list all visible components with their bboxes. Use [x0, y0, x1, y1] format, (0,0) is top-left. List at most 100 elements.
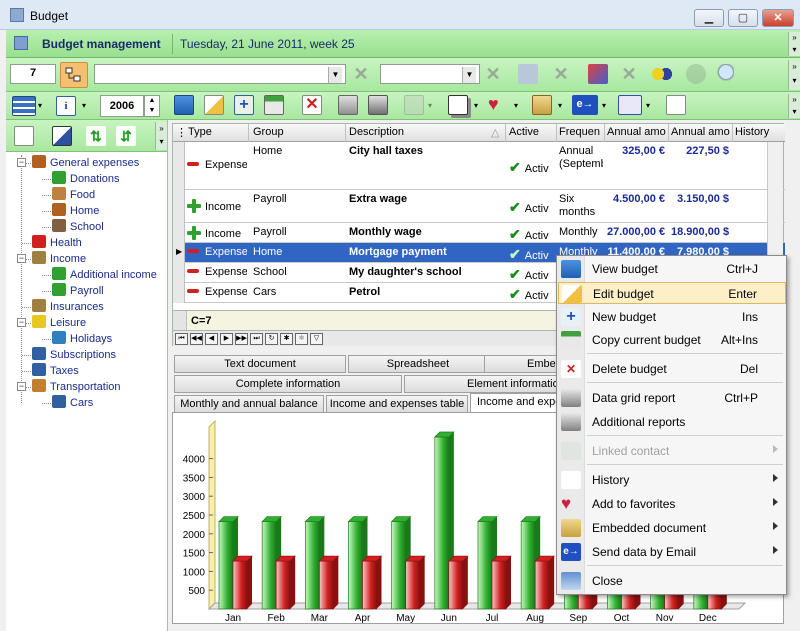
table-row[interactable]: Income Payroll Extra wage ✔ Activ Six months 4…	[173, 190, 785, 223]
menu-icon[interactable]	[12, 96, 36, 116]
filter-dropdown-arrow-icon[interactable]: ▼	[462, 67, 476, 83]
toolbar-chevron-icon[interactable]: » ▾	[788, 94, 800, 118]
copy-icon[interactable]	[264, 95, 284, 115]
table-row[interactable]: Income Payroll Monthly wage ✔ Activ Monthly 27…	[173, 223, 785, 243]
menu-item-copy-current-budget[interactable]: Copy current budget Alt+Ins	[558, 329, 786, 351]
menu-item-embedded-document[interactable]: Embedded document	[558, 517, 786, 539]
refresh-icon[interactable]: ↻	[265, 333, 278, 345]
clear-icon[interactable]: ✕	[552, 65, 570, 83]
tree-collapse-icon[interactable]: −	[17, 382, 26, 391]
post-record-icon[interactable]: ✱	[295, 333, 308, 345]
tree-item-insurances[interactable]: Insurances	[32, 299, 104, 315]
tree-view-toggle-icon[interactable]	[60, 62, 88, 88]
notes-icon[interactable]	[666, 95, 686, 115]
tab-text-document[interactable]: Text document	[174, 355, 346, 373]
column-header-annual-amount-usd[interactable]: Annual amo	[671, 126, 731, 138]
tree-item-holidays[interactable]: Holidays	[52, 331, 112, 347]
tree-item-general-expenses[interactable]: General expenses	[32, 155, 139, 171]
filter-icon[interactable]	[518, 64, 538, 84]
menu-item-delete-budget[interactable]: ✕ Delete budget Del	[558, 358, 786, 380]
menu-item-data-grid-report[interactable]: Data grid report Ctrl+P	[558, 387, 786, 409]
link-icon[interactable]	[652, 64, 672, 84]
printer-icon[interactable]	[368, 95, 388, 115]
chevron-down-icon[interactable]: ▾	[602, 101, 610, 110]
year-spinner[interactable]: ▲ ▼	[144, 95, 160, 117]
new-icon[interactable]: +	[234, 95, 254, 115]
menu-item-linked-contact[interactable]: Linked contact	[558, 440, 786, 462]
search-icon[interactable]	[714, 64, 734, 84]
history-icon[interactable]	[448, 95, 468, 115]
tree-item-leisure[interactable]: Leisure	[32, 315, 86, 331]
next-page-icon[interactable]: ▶▶	[235, 333, 248, 345]
sync-icon[interactable]	[618, 95, 642, 115]
tree-item-health[interactable]: Health	[32, 235, 82, 251]
collapse-all-icon[interactable]: ⇵	[116, 126, 136, 146]
close-button[interactable]: ✕	[762, 9, 794, 27]
column-header-description[interactable]: Description	[349, 126, 404, 138]
toolbar-chevron-icon[interactable]: » ▾	[788, 60, 800, 90]
tree-item-payroll[interactable]: Payroll	[52, 283, 104, 299]
minimize-button[interactable]: ▁	[694, 9, 724, 27]
previous-record-icon[interactable]: ◀	[205, 333, 218, 345]
tab-complete-information[interactable]: Complete information	[174, 375, 402, 393]
chevron-down-icon[interactable]: ▾	[514, 101, 522, 110]
chevron-down-icon[interactable]: ▾	[82, 101, 90, 110]
clear-filter-icon[interactable]: ✕	[484, 65, 502, 83]
column-chooser-icon[interactable]: ⋮	[176, 126, 187, 139]
menu-item-send-data-by-email[interactable]: e→ Send data by Email	[558, 541, 786, 563]
tab-income-expenses-table[interactable]: Income and expenses table	[326, 395, 468, 413]
clear-search-icon[interactable]: ✕	[352, 65, 370, 83]
expand-all-icon[interactable]: ⇅	[86, 126, 106, 146]
search-dropdown-arrow-icon[interactable]: ▼	[328, 67, 342, 83]
previous-page-icon[interactable]: ◀◀	[190, 333, 203, 345]
edit-category-icon[interactable]	[52, 126, 72, 146]
maximize-button[interactable]: ▢	[728, 9, 758, 27]
printer-icon[interactable]	[338, 95, 358, 115]
tree-item-home[interactable]: Home	[52, 203, 99, 219]
tree-item-taxes[interactable]: Taxes	[32, 363, 79, 379]
column-header-type[interactable]: Type	[188, 126, 212, 138]
monitor-icon[interactable]	[174, 95, 194, 115]
menu-item-view-budget[interactable]: View budget Ctrl+J	[558, 258, 786, 280]
tree-item-school[interactable]: School	[52, 219, 104, 235]
table-row[interactable]: Expense Home City hall taxes ✔ Activ Annual (…	[173, 142, 785, 190]
chevron-down-icon[interactable]: ▾	[558, 101, 566, 110]
folder-icon[interactable]	[532, 95, 552, 115]
tree-item-transportation[interactable]: Transportation	[32, 379, 121, 395]
group-icon[interactable]	[686, 64, 706, 84]
tree-collapse-icon[interactable]: −	[17, 254, 26, 263]
tree-structure-icon[interactable]	[14, 126, 34, 146]
column-header-active[interactable]: Active	[509, 126, 539, 138]
tree-item-food[interactable]: Food	[52, 187, 95, 203]
delete-icon[interactable]: ✕	[302, 95, 322, 115]
next-record-icon[interactable]: ▶	[220, 333, 233, 345]
tree-collapse-icon[interactable]: −	[17, 318, 26, 327]
menu-item-additional-reports[interactable]: Additional reports	[558, 411, 786, 433]
menu-item-add-to-favorites[interactable]: ♥ Add to favorites	[558, 493, 786, 515]
column-header-history[interactable]: History	[735, 126, 769, 138]
menu-item-edit-budget[interactable]: Edit budget Enter	[558, 282, 786, 304]
chevron-down-icon[interactable]: ▾	[474, 101, 482, 110]
tab-element-information[interactable]: Element information	[404, 375, 574, 393]
edit-icon[interactable]	[204, 95, 224, 115]
insert-record-icon[interactable]: ✱	[280, 333, 293, 345]
menu-item-close[interactable]: Close	[558, 570, 786, 592]
clear-color-icon[interactable]: ✕	[620, 65, 638, 83]
chevron-down-icon[interactable]: ▾	[646, 101, 654, 110]
menu-item-history[interactable]: History	[558, 469, 786, 491]
search-combobox[interactable]	[94, 64, 346, 84]
year-field[interactable]: 2006	[100, 95, 144, 117]
last-record-icon[interactable]: ⏭	[250, 333, 263, 345]
favorite-icon[interactable]: ♥	[488, 95, 508, 115]
tree-item-subscriptions[interactable]: Subscriptions	[32, 347, 116, 363]
column-header-group[interactable]: Group	[253, 126, 284, 138]
linked-contact-icon[interactable]	[404, 95, 424, 115]
tab-spreadsheet[interactable]: Spreadsheet	[348, 355, 488, 373]
email-icon[interactable]: e→	[572, 95, 598, 115]
column-header-annual-amount-eur[interactable]: Annual amo	[607, 126, 667, 138]
menu-item-new-budget[interactable]: + New budget Ins	[558, 306, 786, 328]
first-record-icon[interactable]: ⏮	[175, 333, 188, 345]
tab-monthly-annual-balance[interactable]: Monthly and annual balance	[174, 395, 324, 413]
tree-collapse-icon[interactable]: −	[17, 158, 26, 167]
info-icon[interactable]: i	[56, 96, 76, 116]
